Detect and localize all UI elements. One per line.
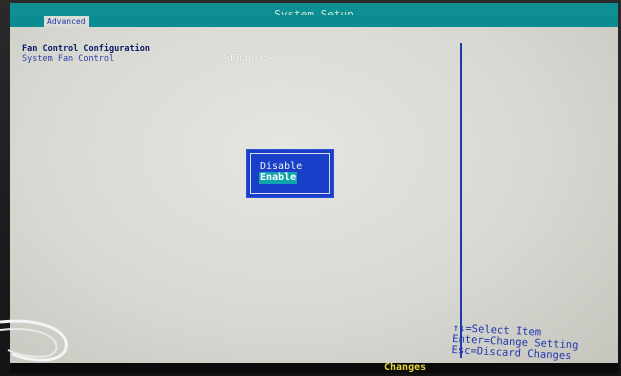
option-enable-selected[interactable]: Enable	[259, 172, 298, 184]
help-panel: ↑↓=Select Item Enter=Change Setting Esc=…	[451, 322, 579, 363]
option-popup-frame: Disable Enable	[250, 153, 330, 194]
title-bar: System Setup	[10, 3, 618, 21]
bottom-bar-label: Changes	[384, 362, 427, 373]
tab-strip: Advanced	[10, 15, 618, 27]
setting-label-system-fan-control[interactable]: System Fan Control	[22, 54, 114, 64]
section-title: Fan Control Configuration	[22, 44, 150, 54]
tab-advanced[interactable]: Advanced	[44, 16, 89, 27]
pane-divider	[460, 43, 462, 358]
bios-screen: System Setup Advanced Fan Control Config…	[10, 3, 618, 373]
option-popup: Disable Enable	[247, 150, 333, 197]
setting-value-system-fan-control[interactable]: <Enable>	[224, 53, 272, 64]
monitor-bezel: System Setup Advanced Fan Control Config…	[0, 0, 621, 376]
bottom-bar	[10, 363, 618, 373]
